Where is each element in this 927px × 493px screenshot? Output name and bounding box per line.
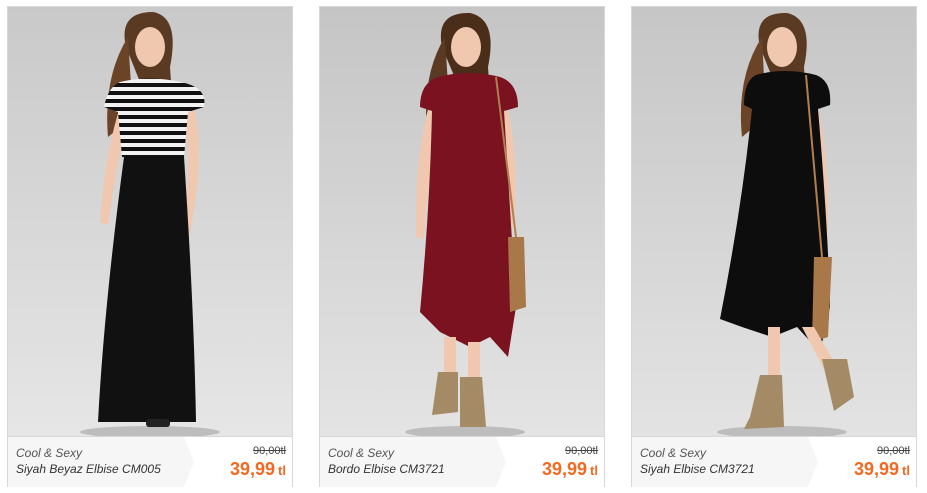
product-image[interactable] [8,7,292,436]
product-image[interactable] [632,7,916,436]
price-value: 39,99 [542,459,588,479]
product-name[interactable]: Bordo Elbise CM3721 [328,462,445,476]
product-info[interactable]: Cool & Sexy Bordo Elbise CM3721 90,00tl … [320,436,604,487]
product-name[interactable]: Siyah Elbise CM3721 [640,462,755,476]
model-photo [632,7,916,436]
brand-name[interactable]: Cool & Sexy [328,446,394,460]
sale-price: 39,99 tl [854,459,910,480]
model-photo [8,7,292,436]
product-name-box[interactable]: Cool & Sexy Siyah Elbise CM3721 [632,437,818,487]
old-price: 90,00tl [876,445,910,457]
product-info[interactable]: Cool & Sexy Siyah Elbise CM3721 90,00tl … [632,436,916,487]
currency-label: tl [590,463,598,478]
product-name-box[interactable]: Cool & Sexy Bordo Elbise CM3721 [320,437,506,487]
currency-label: tl [902,463,910,478]
product-info[interactable]: Cool & Sexy Siyah Beyaz Elbise CM005 90,… [8,436,292,487]
sale-price: 39,99 tl [542,459,598,480]
product-image[interactable] [320,7,604,436]
currency-label: tl [278,463,286,478]
product-name-box[interactable]: Cool & Sexy Siyah Beyaz Elbise CM005 [8,437,194,487]
model-photo [320,7,604,436]
brand-name[interactable]: Cool & Sexy [640,446,706,460]
price-value: 39,99 [854,459,900,479]
sale-price: 39,99 tl [230,459,286,480]
product-card[interactable]: Cool & Sexy Bordo Elbise CM3721 90,00tl … [319,6,605,487]
price-value: 39,99 [230,459,276,479]
product-card[interactable]: Cool & Sexy Siyah Beyaz Elbise CM005 90,… [7,6,293,487]
product-name[interactable]: Siyah Beyaz Elbise CM005 [16,462,161,476]
brand-name[interactable]: Cool & Sexy [16,446,82,460]
product-card[interactable]: Cool & Sexy Siyah Elbise CM3721 90,00tl … [631,6,917,487]
old-price: 90,00tl [564,445,598,457]
old-price: 90,00tl [252,445,286,457]
